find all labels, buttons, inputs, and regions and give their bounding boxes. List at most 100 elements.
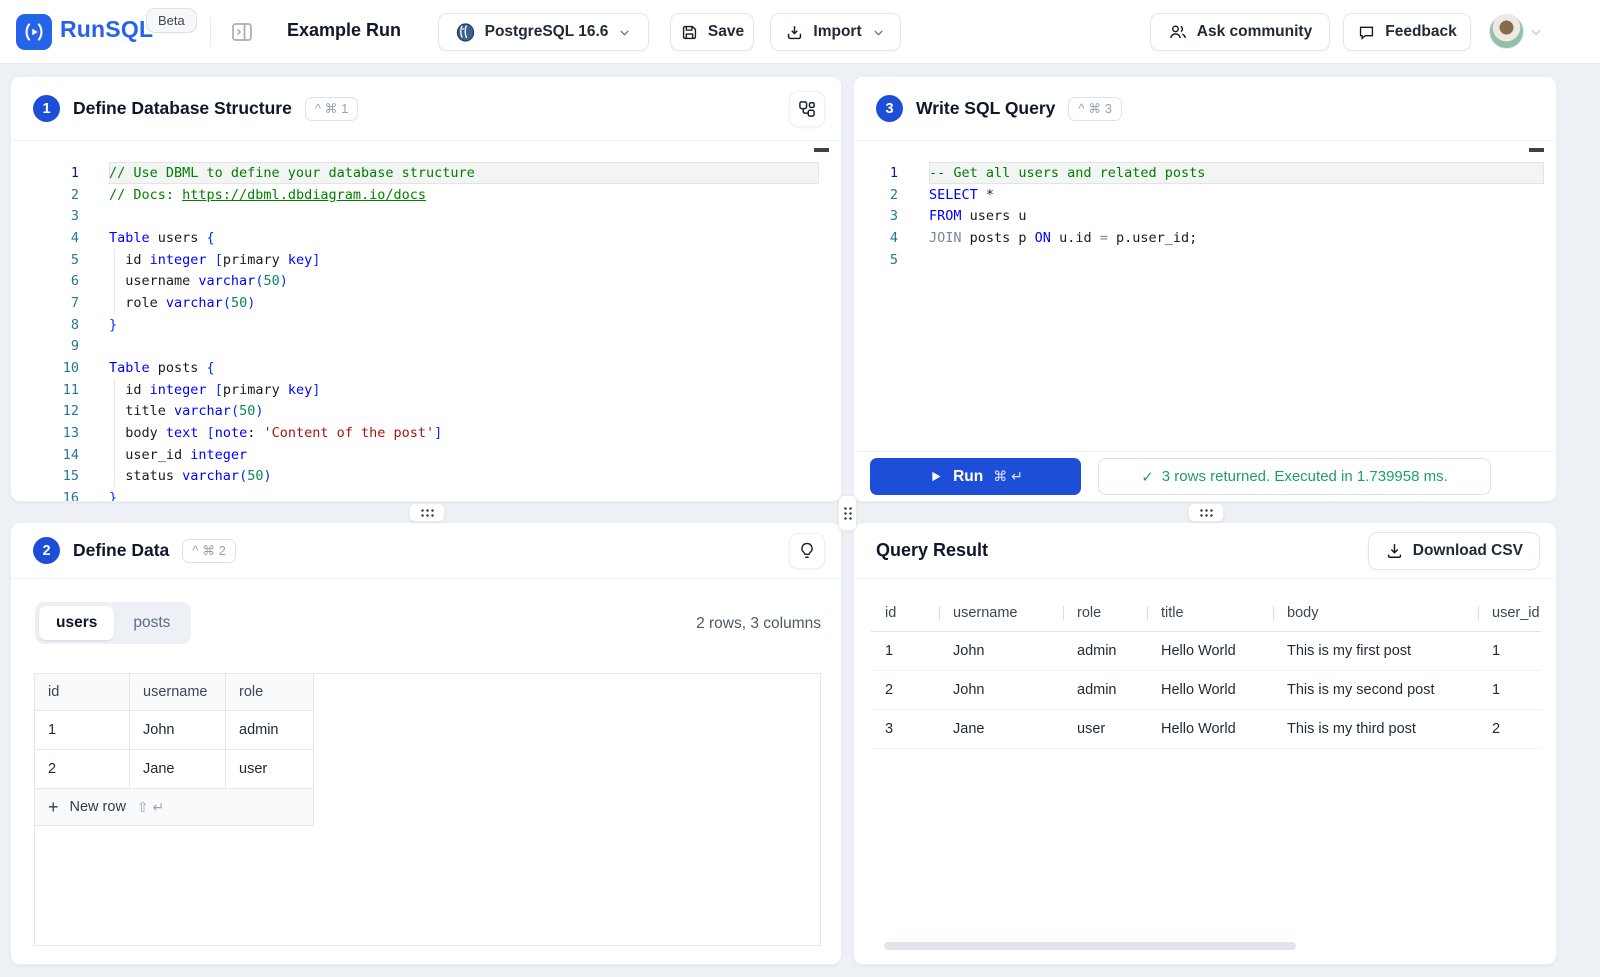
line-number: 4 <box>854 230 898 246</box>
code-line: 10Table posts { <box>11 357 841 379</box>
drag-handle-dots <box>420 508 434 517</box>
code-line: 3FROM users u <box>854 205 1556 227</box>
tab-users[interactable]: users <box>39 606 114 640</box>
code-line: 1// Use DBML to define your database str… <box>11 162 841 184</box>
horizontal-scrollbar[interactable] <box>884 942 1296 950</box>
save-button[interactable]: Save <box>670 13 754 51</box>
result-row: 2JohnadminHello WorldThis is my second p… <box>871 671 1541 710</box>
cell[interactable]: Jane <box>130 750 226 789</box>
result-cell: 2 <box>1478 721 1541 737</box>
sql-editor[interactable]: 1-- Get all users and related posts2SELE… <box>854 141 1556 270</box>
shortcut-badge: ^ ⌘ 2 <box>182 539 236 563</box>
run-bar: Run ⌘ ↵ ✓ 3 rows returned. Executed in 1… <box>854 451 1556 501</box>
step-badge: 1 <box>33 95 60 122</box>
line-number: 1 <box>854 165 898 181</box>
code-line: 5 <box>854 249 1556 271</box>
avatar[interactable] <box>1489 14 1524 49</box>
plus-icon: + <box>48 798 59 816</box>
line-number: 11 <box>11 382 79 398</box>
panel2-header: 2 Define Data ^ ⌘ 2 <box>11 523 841 579</box>
column-header: username <box>130 674 226 711</box>
code-line: 1-- Get all users and related posts <box>854 162 1556 184</box>
floppy-disk-icon <box>680 23 699 42</box>
code-line: 2// Docs: https://dbml.dbdiagram.io/docs <box>11 184 841 206</box>
column-header: id <box>35 674 130 711</box>
database-select[interactable]: PostgreSQL 16.6 <box>438 13 649 51</box>
import-button-label: Import <box>813 23 861 41</box>
import-button[interactable]: Import <box>770 13 901 51</box>
panel3-header: 3 Write SQL Query ^ ⌘ 3 <box>854 77 1556 141</box>
panel1-title: Define Database Structure <box>73 98 292 119</box>
hint-button[interactable] <box>789 533 825 569</box>
line-number: 9 <box>11 338 79 354</box>
cell[interactable]: 2 <box>35 750 130 789</box>
line-number: 7 <box>11 295 79 311</box>
code-line: 2SELECT * <box>854 184 1556 206</box>
new-row-button[interactable]: +New row⇧ ↵ <box>35 789 314 826</box>
step-badge: 3 <box>876 95 903 122</box>
feedback-button[interactable]: Feedback <box>1343 13 1471 51</box>
save-button-label: Save <box>708 23 744 41</box>
cell[interactable]: user <box>226 750 314 789</box>
app-logo-text: RunSQL <box>60 16 153 43</box>
beta-badge: Beta <box>146 8 197 33</box>
panel-define-data: 2 Define Data ^ ⌘ 2 usersposts 2 rows, 3… <box>10 522 842 965</box>
line-number: 12 <box>11 403 79 419</box>
code-line: 12 title varchar(50) <box>11 401 841 423</box>
panel-write-sql-query: 3 Write SQL Query ^ ⌘ 3 1-- Get all user… <box>853 76 1557 502</box>
line-number: 13 <box>11 425 79 441</box>
result-cell: 1 <box>1478 682 1541 698</box>
run-button[interactable]: Run ⌘ ↵ <box>870 458 1081 495</box>
run-shortcut-keys: ⌘ ↵ <box>993 468 1023 485</box>
panel-query-result: Query Result Download CSV idusernamerole… <box>853 522 1557 965</box>
runsql-logo-icon <box>16 14 52 50</box>
code-line: 15 status varchar(50) <box>11 466 841 488</box>
chevron-down-icon <box>617 25 632 40</box>
drag-handle-dots <box>1199 508 1213 517</box>
code-line: 16} <box>11 487 841 502</box>
schema-workflow-icon <box>797 99 817 119</box>
step-badge: 2 <box>33 537 60 564</box>
code-line: 4JOIN posts p ON u.id = p.user_id; <box>854 227 1556 249</box>
code-line: 8} <box>11 314 841 336</box>
line-number: 3 <box>11 208 79 224</box>
check-icon: ✓ <box>1141 468 1154 486</box>
row-resize-handle-left[interactable] <box>409 503 445 522</box>
line-number: 2 <box>11 187 79 203</box>
column-resize-handle[interactable] <box>838 495 857 531</box>
topbar-divider <box>210 17 211 47</box>
result-cell: This is my second post <box>1273 682 1478 698</box>
cell[interactable]: admin <box>226 711 314 750</box>
result-cell: John <box>939 682 1063 698</box>
people-icon <box>1168 22 1188 42</box>
scroll-ruler-mark <box>1529 148 1544 152</box>
query-result-table: idusernameroletitlebodyuser_id1Johnadmin… <box>871 594 1541 749</box>
panel-toggle-icon <box>230 20 254 44</box>
result-cell: 1 <box>871 643 939 659</box>
top-bar: RunSQL Beta Example Run PostgreSQL 16.6 … <box>0 0 1600 64</box>
line-number: 8 <box>11 317 79 333</box>
code-line: 11 id integer [primary key] <box>11 379 841 401</box>
dbml-editor[interactable]: 1// Use DBML to define your database str… <box>11 141 841 502</box>
result-cell: 1 <box>1478 643 1541 659</box>
schema-diagram-button[interactable] <box>789 91 825 127</box>
avatar-chevron-down-icon[interactable] <box>1528 24 1544 40</box>
code-line: 9 <box>11 336 841 358</box>
result-column-header: role <box>1063 594 1147 631</box>
chevron-down-icon <box>871 25 886 40</box>
new-row-label: New row <box>70 799 126 815</box>
query-status-text: 3 rows returned. Executed in 1.739958 ms… <box>1162 468 1448 485</box>
result-cell: Hello World <box>1147 643 1273 659</box>
scroll-ruler-mark <box>814 148 829 152</box>
download-csv-button[interactable]: Download CSV <box>1368 532 1540 570</box>
shortcut-badge: ^ ⌘ 3 <box>1068 97 1122 121</box>
code-line: 5 id integer [primary key] <box>11 249 841 271</box>
cell[interactable]: John <box>130 711 226 750</box>
table-summary: 2 rows, 3 columns <box>696 615 821 633</box>
line-number: 10 <box>11 360 79 376</box>
ask-community-button[interactable]: Ask community <box>1150 13 1330 51</box>
row-resize-handle-right[interactable] <box>1188 503 1224 522</box>
sidebar-toggle-button[interactable] <box>230 20 254 44</box>
tab-posts[interactable]: posts <box>116 606 187 640</box>
cell[interactable]: 1 <box>35 711 130 750</box>
